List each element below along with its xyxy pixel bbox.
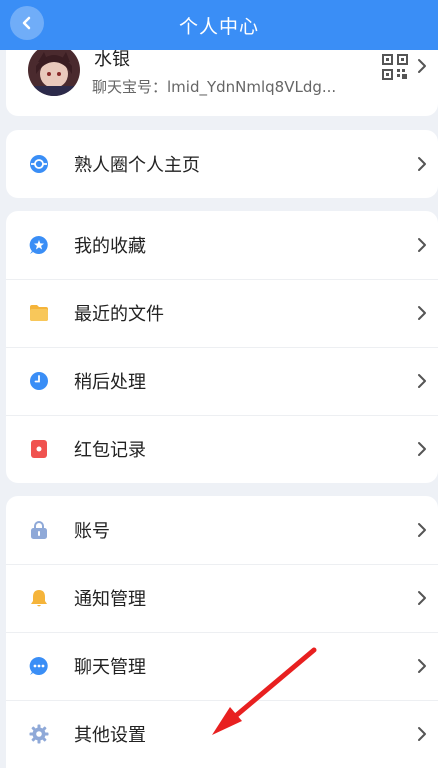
divider <box>6 632 438 633</box>
menu-item-later[interactable]: 稍后处理 <box>6 347 438 415</box>
menu-item-favorites[interactable]: 我的收藏 <box>6 211 438 279</box>
chevron-right-icon <box>418 727 426 741</box>
gear-icon <box>29 724 49 744</box>
menu-item-label: 聊天管理 <box>74 657 146 678</box>
chevron-right-icon <box>418 442 426 456</box>
divider <box>6 415 438 416</box>
folder-icon <box>29 303 49 323</box>
divider <box>6 347 438 348</box>
chevron-right-icon <box>418 306 426 320</box>
chevron-right-icon <box>418 238 426 252</box>
menu-item-label: 其他设置 <box>74 725 146 746</box>
chat-bubble-icon <box>29 656 49 676</box>
divider <box>6 279 438 280</box>
chevron-right-icon <box>418 59 426 73</box>
avatar[interactable] <box>28 44 80 96</box>
bell-icon <box>29 588 49 608</box>
menu-item-other-settings[interactable]: 其他设置 <box>6 700 438 768</box>
divider <box>6 700 438 701</box>
menu-item-label: 账号 <box>74 521 110 542</box>
menu-item-recent-files[interactable]: 最近的文件 <box>6 279 438 347</box>
chevron-left-icon <box>22 16 31 30</box>
menu-item-label: 红包记录 <box>74 440 146 461</box>
red-envelope-icon <box>29 439 49 459</box>
star-bubble-icon <box>29 235 49 255</box>
menu-item-notification[interactable]: 通知管理 <box>6 564 438 632</box>
qr-code-icon[interactable] <box>382 54 408 80</box>
chevron-right-icon <box>418 591 426 605</box>
back-button[interactable] <box>10 6 44 40</box>
page-title: 个人中心 <box>178 15 259 38</box>
menu-item-label: 通知管理 <box>74 589 146 610</box>
menu-group-settings: 账号 通知管理 聊天管理 其他设置 <box>6 496 438 768</box>
chevron-right-icon <box>418 659 426 673</box>
menu-item-label: 最近的文件 <box>74 304 164 325</box>
chevron-right-icon <box>418 157 426 171</box>
menu-item-red-envelope[interactable]: 红包记录 <box>6 415 438 483</box>
lock-icon <box>29 520 49 540</box>
menu-group-social: 熟人圈个人主页 <box>6 130 438 198</box>
menu-item-account[interactable]: 账号 <box>6 496 438 564</box>
menu-item-acquaintance-homepage[interactable]: 熟人圈个人主页 <box>6 130 438 198</box>
divider <box>6 564 438 565</box>
chevron-right-icon <box>418 374 426 388</box>
menu-item-label: 我的收藏 <box>74 236 146 257</box>
chevron-right-icon <box>418 523 426 537</box>
circle-link-icon <box>29 154 49 174</box>
menu-item-label: 熟人圈个人主页 <box>74 155 200 176</box>
profile-chat-id: 聊天宝号：lmid_YdnNmlq8VLdg... <box>92 78 337 96</box>
menu-group-content: 我的收藏 最近的文件 稍后处理 红包记录 <box>6 211 438 483</box>
menu-item-chat-management[interactable]: 聊天管理 <box>6 632 438 700</box>
clock-icon <box>29 371 49 391</box>
menu-item-label: 稍后处理 <box>74 372 146 393</box>
header-bar: 个人中心 <box>0 0 438 50</box>
